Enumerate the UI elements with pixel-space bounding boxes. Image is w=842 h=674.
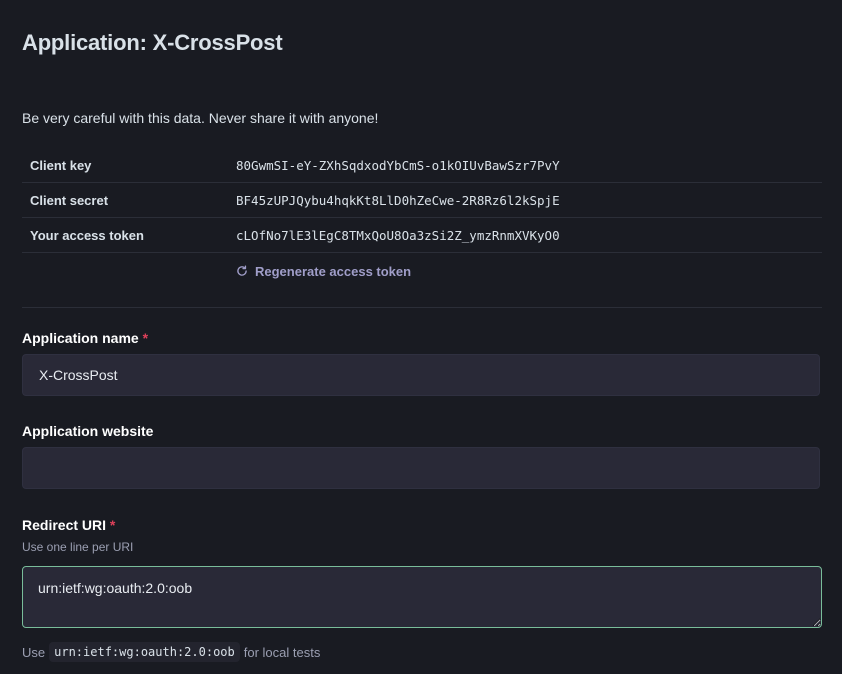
app-website-input[interactable] [22,447,820,489]
redirect-uri-hint: Use one line per URI [22,540,134,554]
redirect-uri-textarea[interactable]: urn:ietf:wg:oauth:2.0:oob [22,566,822,628]
regenerate-token-label: Regenerate access token [255,263,412,279]
redirect-uri-footer-hint: Use urn:ietf:wg:oauth:2.0:oob for local … [22,642,320,662]
refresh-icon [237,265,247,276]
app-name-label: Application name * [22,330,148,346]
footer-hint-code: urn:ietf:wg:oauth:2.0:oob [49,642,240,662]
client-secret-label: Client secret [30,192,109,208]
app-name-label-text: Application name [22,330,139,346]
required-mark: * [109,517,116,533]
regenerate-token-button[interactable]: Regenerate access token [236,264,411,279]
app-website-label: Application website [22,423,154,439]
page-title: Application: X-CrossPost [22,30,283,55]
table-row: Your access token cLOfNo7lE3lEgC8TMxQoU8… [22,218,822,253]
client-key-value: 80GwmSI-eY-ZXhSqdxodYbCmS-o1kOIUvBawSzr7… [236,157,560,173]
redirect-uri-label: Redirect URI * [22,517,115,533]
credentials-table: Client key 80GwmSI-eY-ZXhSqdxodYbCmS-o1k… [22,148,822,289]
table-row: Client key 80GwmSI-eY-ZXhSqdxodYbCmS-o1k… [22,148,822,183]
warning-text: Be very careful with this data. Never sh… [22,110,379,126]
footer-hint-suffix: for local tests [243,644,321,660]
footer-hint-prefix: Use [22,644,46,660]
redirect-uri-label-text: Redirect URI [22,517,107,533]
app-name-input[interactable] [22,354,820,396]
client-secret-value: BF45zUPJQybu4hqkKt8LlD0hZeCwe-2R8Rz6l2kS… [236,192,560,208]
required-mark: * [142,330,149,346]
access-token-value: cLOfNo7lE3lEgC8TMxQoU8Oa3zSi2Z_ymzRnmXVK… [236,227,560,243]
table-row: Client secret BF45zUPJQybu4hqkKt8LlD0hZe… [22,183,822,218]
page: Application: X-CrossPost Be very careful… [0,0,842,674]
client-key-label: Client key [30,157,92,173]
divider [22,307,822,308]
access-token-label: Your access token [30,227,144,243]
table-row: Regenerate access token [22,253,822,289]
